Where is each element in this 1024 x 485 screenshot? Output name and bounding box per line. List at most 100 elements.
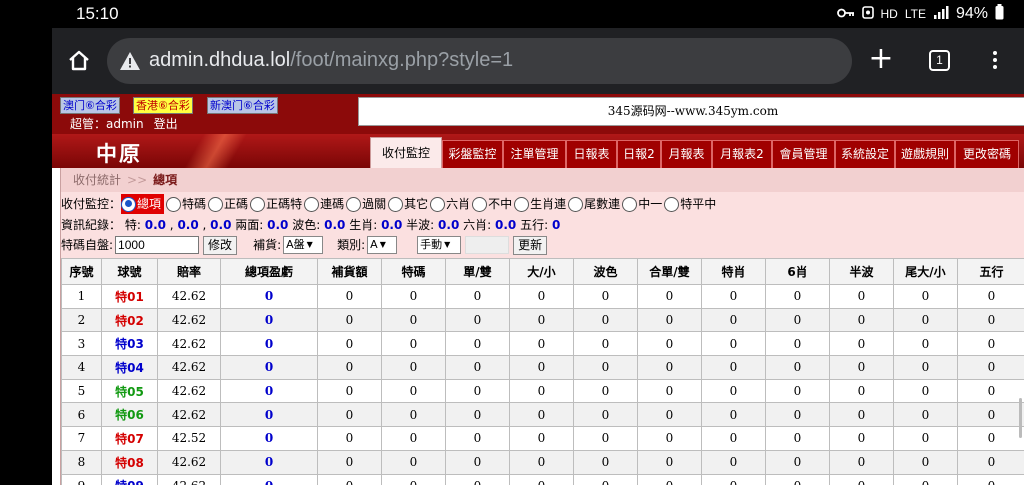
monitor-option[interactable]: 六肖: [430, 194, 470, 214]
table-row: 3 特03 42.62 0 0 0 0 0 0 0 0 0 0 0 0: [61, 331, 1024, 357]
radio-button[interactable]: [622, 196, 638, 212]
profit-loss-cell: 0: [220, 378, 318, 404]
monitor-option[interactable]: 尾數連: [568, 194, 620, 214]
logout-link[interactable]: 登出: [154, 117, 178, 131]
monitor-option[interactable]: 正碼: [208, 194, 248, 214]
profit-loss-cell: 0: [220, 402, 318, 428]
tab-monthly-report[interactable]: 月報表: [661, 140, 712, 168]
table-row: 5 特05 42.62 0 0 0 0 0 0 0 0 0 0 0 0: [61, 378, 1024, 404]
ball-number: 特07: [101, 426, 158, 451]
category-select[interactable]: A ▼: [367, 236, 398, 254]
value-cell: 0: [957, 355, 1024, 380]
warning-icon[interactable]: [119, 51, 141, 71]
table-row: 6 特06 42.62 0 0 0 0 0 0 0 0 0 0 0 0: [61, 402, 1024, 428]
radio-button[interactable]: [250, 196, 266, 212]
tab-market-monitor[interactable]: 彩盤監控: [442, 140, 503, 168]
odds-cell: 42.62: [157, 402, 221, 428]
tab-receive-monitor[interactable]: 收付監控: [370, 137, 442, 168]
radio-button[interactable]: [166, 196, 182, 212]
value-cell: 0: [765, 355, 830, 380]
ball-number: 特02: [101, 307, 158, 333]
tab-daily-report[interactable]: 日報表: [566, 140, 617, 168]
radio-button[interactable]: [304, 196, 320, 212]
tab-change-password[interactable]: 更改密碼: [955, 140, 1019, 168]
lottery-tab-macau[interactable]: 澳门⑥合彩: [60, 97, 120, 114]
tab-game-rules[interactable]: 遊戲規則: [895, 140, 955, 168]
radio-button[interactable]: [430, 196, 446, 212]
radio-button[interactable]: [121, 196, 137, 212]
value-cell: 0: [637, 449, 702, 475]
value-cell: 0: [957, 402, 1024, 428]
value-cell: 0: [957, 331, 1024, 357]
tab-system-settings[interactable]: 系統設定: [835, 140, 895, 168]
value-cell: 0: [637, 402, 702, 428]
table-header-row: 序號 球號 賠率 總項盈虧 補貨額 特碼 單/雙 大/小 波色 合單/雙 特肖 6肖 半波 尾大/小 五行: [61, 258, 1024, 285]
radio-button[interactable]: [388, 196, 404, 212]
value-cell: 0: [381, 355, 446, 380]
radio-button[interactable]: [346, 196, 362, 212]
monitor-option[interactable]: 特平中: [664, 194, 716, 214]
table-row: 4 特04 42.62 0 0 0 0 0 0 0 0 0 0 0 0: [61, 355, 1024, 380]
odds-cell: 42.62: [157, 284, 221, 309]
monitor-option[interactable]: 中一: [622, 194, 662, 214]
value-cell: 0: [957, 449, 1024, 475]
new-tab-button[interactable]: +: [867, 44, 895, 74]
monitor-option[interactable]: 過關: [346, 194, 386, 214]
mode-select[interactable]: 手動 ▼: [417, 236, 462, 254]
monitor-option[interactable]: 其它: [388, 194, 428, 214]
value-cell: 0: [445, 331, 510, 357]
monitor-option[interactable]: 連碼: [304, 194, 344, 214]
monitor-option-label: 中一: [638, 197, 663, 211]
refresh-button[interactable]: 更新: [513, 235, 548, 255]
content-panel: 收付統計 >> 總項 收付監控： 總項 特碼 正碼 正碼特 連碼 過關 其它 六肖 不中 生肖連 尾數連…: [60, 168, 1024, 485]
home-button[interactable]: [66, 48, 92, 74]
site-title: 中原: [96, 142, 142, 166]
value-cell: 0: [381, 284, 446, 309]
value-cell: 0: [765, 331, 830, 357]
monitor-option[interactable]: 不中: [472, 194, 512, 214]
plus-icon: +: [868, 41, 894, 76]
signal-icon: [933, 5, 949, 22]
modify-button[interactable]: 修改: [203, 235, 238, 255]
radio-button[interactable]: [568, 196, 584, 212]
value-cell: 0: [957, 426, 1024, 451]
lottery-tab-hongkong[interactable]: 香港⑥合彩: [133, 97, 193, 114]
tab-member-management[interactable]: 會員管理: [772, 140, 835, 168]
monitor-option[interactable]: 特碼: [166, 194, 206, 214]
value-cell: 0: [957, 284, 1024, 309]
ball-number: 特03: [101, 331, 158, 357]
value-cell: 0: [509, 449, 574, 475]
radio-button[interactable]: [664, 196, 680, 212]
lottery-tab-new-macau[interactable]: 新澳门⑥合彩: [207, 97, 278, 114]
status-indicators: HD LTE 94%: [836, 4, 1005, 23]
tab-bet-management[interactable]: 注單管理: [503, 140, 566, 168]
radio-button[interactable]: [472, 196, 488, 212]
value-cell: 0: [829, 284, 894, 309]
self-adjust-input[interactable]: [115, 236, 200, 254]
mode-value: 手動: [420, 238, 443, 251]
self-adjust-label: 特碼自盤:: [61, 238, 114, 252]
url-text[interactable]: admin.dhdua.lol/foot/mainxg.php?style=1: [149, 49, 513, 72]
tab-daily-report-2[interactable]: 日報2: [617, 140, 661, 168]
table-row: 1 特01 42.62 0 0 0 0 0 0 0 0 0 0 0 0: [61, 284, 1024, 309]
value-cell: 0: [893, 331, 958, 357]
monitor-option-label: 過關: [362, 197, 387, 211]
address-bar[interactable]: admin.dhdua.lol/foot/mainxg.php?style=1: [107, 38, 852, 84]
liangmian-label: 兩面:: [235, 218, 264, 232]
breadcrumb-parent[interactable]: 收付統計: [73, 173, 121, 187]
radio-button[interactable]: [514, 196, 530, 212]
admin-label: 超管：admin: [70, 117, 144, 131]
monitor-option[interactable]: 正碼特: [250, 194, 302, 214]
column-header: 合單/雙: [637, 258, 702, 285]
shengxiao-label: 生肖:: [349, 218, 378, 232]
value-cell: 0: [637, 284, 702, 309]
replenish-select[interactable]: A盤 ▼: [283, 236, 324, 254]
monitor-option[interactable]: 生肖連: [514, 194, 566, 214]
more-menu-button[interactable]: [987, 48, 1003, 74]
tab-monthly-report-2[interactable]: 月報表2: [712, 140, 772, 168]
monitor-option[interactable]: 總項: [121, 194, 165, 214]
radio-button[interactable]: [208, 196, 224, 212]
column-header: 特碼: [381, 258, 446, 285]
tab-switcher-button[interactable]: 1: [929, 50, 950, 71]
column-header: 6肖: [765, 258, 830, 285]
